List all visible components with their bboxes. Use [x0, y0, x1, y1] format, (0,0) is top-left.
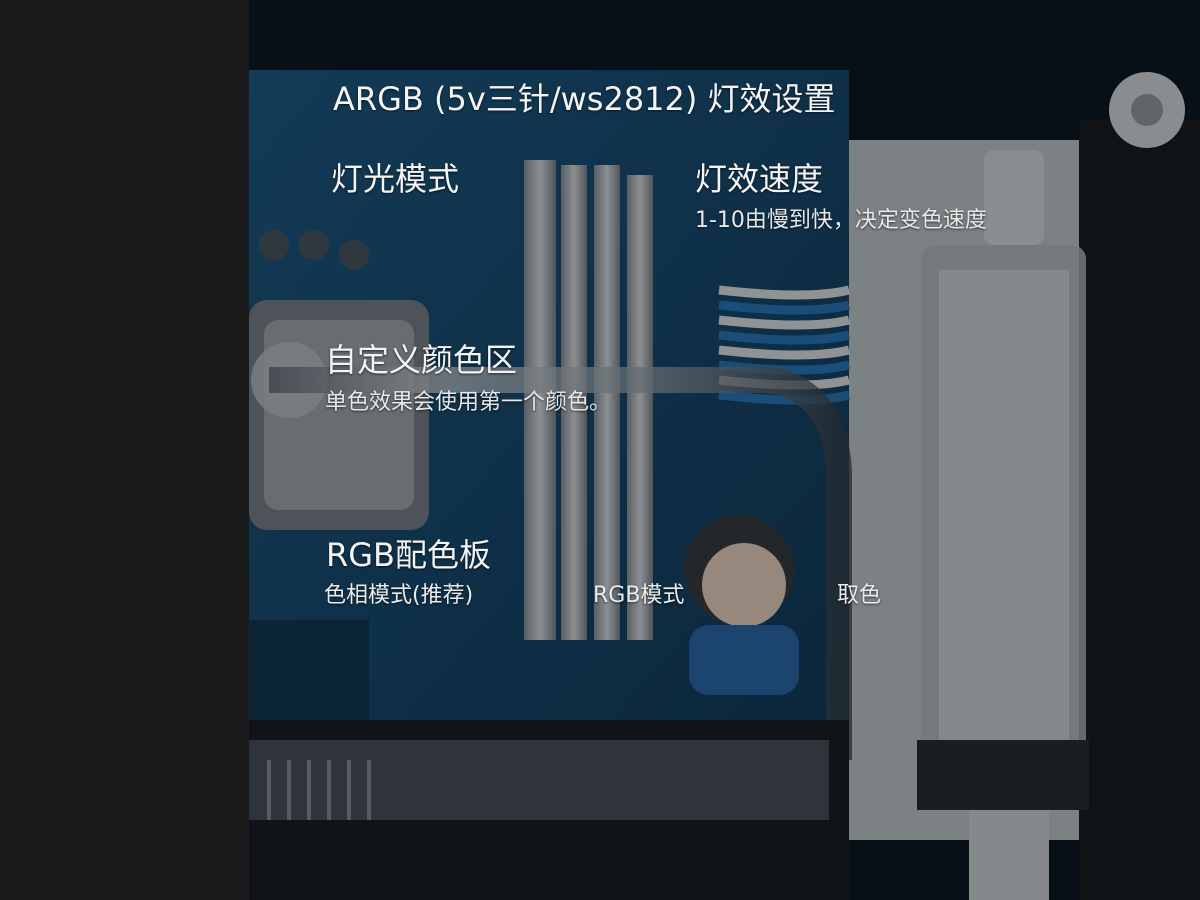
dim-overlay [249, 0, 1200, 900]
light-speed-description: 1-10由慢到快，决定变色速度 [695, 208, 987, 233]
rgb-mode-option[interactable]: RGB模式 [593, 577, 684, 609]
settings-panel: ARGB (5v三针/ws2812) 灯效设置 灯光模式 灯效速度 1-10由慢… [249, 0, 1200, 900]
custom-color-heading: 自定义颜色区 [325, 341, 518, 379]
light-speed-heading: 灯效速度 [695, 160, 824, 198]
left-sidebar [0, 0, 249, 900]
light-mode-heading: 灯光模式 [331, 160, 460, 198]
custom-color-description: 单色效果会使用第一个颜色。 [325, 390, 612, 415]
rgb-palette-heading: RGB配色板 [326, 536, 491, 574]
color-picker-option[interactable]: 取色 [837, 577, 881, 609]
hue-mode-option[interactable]: 色相模式(推荐) [324, 577, 473, 609]
page-title: ARGB (5v三针/ws2812) 灯效设置 [333, 80, 836, 118]
